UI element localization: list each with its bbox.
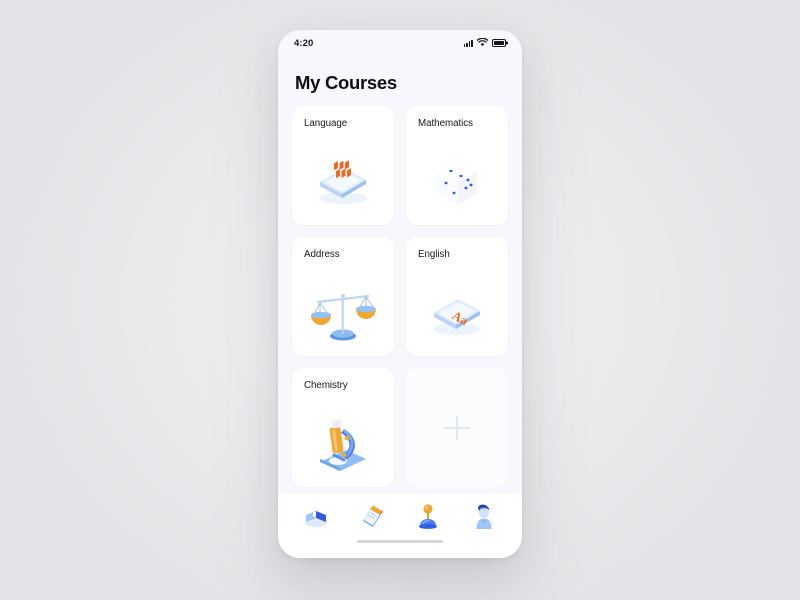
course-card-title: Chemistry xyxy=(304,380,348,391)
course-card-address[interactable]: Address xyxy=(292,237,394,356)
nav-item-notes[interactable] xyxy=(354,502,390,532)
open-book-icon xyxy=(303,506,329,528)
course-grid: Language Mathematics Address English Aa … xyxy=(278,106,522,494)
plus-icon xyxy=(444,414,470,441)
bottom-navigation-bar xyxy=(278,494,522,540)
course-card-english[interactable]: English Aa xyxy=(406,237,508,356)
page-title: My Courses xyxy=(295,72,397,93)
isometric-book-orange-script-icon xyxy=(292,149,394,217)
phone-device-frame: 4:20 My Courses Language Mathematics Add… xyxy=(278,30,522,558)
course-card-title: Address xyxy=(304,249,340,260)
lamp-icon xyxy=(417,504,439,530)
add-course-card[interactable] xyxy=(406,368,508,487)
balance-scale-icon xyxy=(292,280,394,348)
home-indicator-area xyxy=(278,540,522,558)
course-card-chemistry[interactable]: Chemistry xyxy=(292,368,394,487)
nav-item-library[interactable] xyxy=(298,502,334,532)
nav-item-profile[interactable] xyxy=(466,502,502,532)
nav-item-study[interactable] xyxy=(410,502,446,532)
status-bar-icons xyxy=(463,34,506,52)
course-card-title: Language xyxy=(304,118,348,129)
isometric-book-aa-icon: Aa xyxy=(406,280,508,348)
person-avatar-icon xyxy=(474,504,494,530)
isometric-white-dice-icon xyxy=(406,149,508,217)
course-card-title: Mathematics xyxy=(418,118,473,129)
course-card-mathematics[interactable]: Mathematics xyxy=(406,106,508,225)
course-card-title: English xyxy=(418,249,450,260)
notepad-pencil-icon xyxy=(359,505,385,529)
cellular-signal-icon xyxy=(463,39,473,47)
microscope-icon xyxy=(292,411,394,479)
course-card-language[interactable]: Language xyxy=(292,106,394,225)
status-bar-time: 4:20 xyxy=(294,37,314,49)
home-indicator[interactable] xyxy=(357,540,443,543)
battery-full-icon xyxy=(492,39,506,47)
status-bar: 4:20 xyxy=(278,30,522,56)
wifi-icon xyxy=(476,34,489,52)
